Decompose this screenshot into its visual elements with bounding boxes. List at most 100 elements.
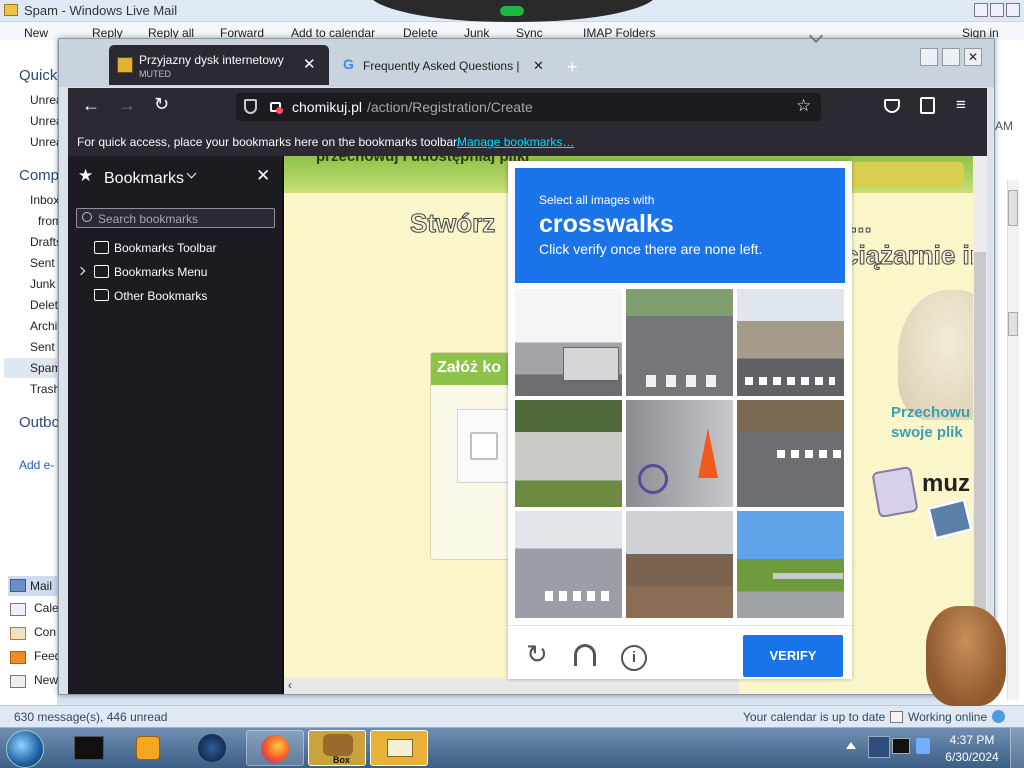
tray-wifi-icon[interactable]: [916, 738, 930, 754]
refresh-icon[interactable]: ↻: [526, 639, 548, 670]
globe-icon: [992, 710, 1005, 723]
app-menu-icon[interactable]: ≡: [956, 95, 966, 115]
bookmarks-menu-folder[interactable]: Bookmarks Menu: [76, 263, 284, 285]
ff-close-button[interactable]: ✕: [964, 48, 982, 66]
side-promo-word: muz: [922, 470, 970, 497]
back-icon[interactable]: ←: [82, 95, 100, 116]
close-sidebar-icon[interactable]: ✕: [256, 166, 270, 186]
folder-item[interactable]: Archi: [30, 319, 57, 333]
nav-label: Cale: [34, 601, 59, 615]
verify-button[interactable]: VERIFY: [743, 635, 843, 677]
contacts-icon: [10, 627, 26, 640]
tray-network-icon[interactable]: [868, 736, 890, 758]
outbox-header[interactable]: Outbo: [19, 414, 60, 431]
time-fragment: AM: [995, 119, 1013, 133]
taskbar-globe-app[interactable]: [184, 730, 242, 766]
desktop-hamster-gadget[interactable]: [926, 606, 1006, 706]
mail-folder-pane: Quick Unrea Unrea Unrea Comp Inbox from …: [0, 40, 63, 705]
clock[interactable]: 4:37 PM 6/30/2024: [938, 732, 1006, 766]
feeds-icon: [10, 651, 26, 664]
mail-maximize-button[interactable]: [990, 3, 1004, 17]
url-bar[interactable]: chomikuj.pl /action/Registration/Create …: [236, 93, 821, 121]
folder-item[interactable]: Sent: [30, 340, 55, 354]
bike-wheel: [638, 464, 668, 494]
new-tab-button[interactable]: +: [567, 57, 578, 78]
tab-faq[interactable]: G Frequently Asked Questions | ( ✕: [333, 45, 553, 85]
folder-item[interactable]: Inbox: [30, 193, 59, 207]
close-tab-icon[interactable]: ✕: [303, 55, 316, 73]
add-email-account-link[interactable]: Add e-: [19, 458, 54, 472]
mail-app-icon: [4, 4, 18, 16]
folder-item[interactable]: Junk: [30, 277, 55, 291]
page-heading-right: ciążarnie in: [844, 240, 987, 271]
other-bookmarks-folder[interactable]: Other Bookmarks: [94, 287, 284, 309]
ff-maximize-button[interactable]: [942, 48, 960, 66]
expand-chevron-icon[interactable]: [76, 266, 86, 276]
captcha-tile-hill-road[interactable]: [515, 511, 622, 618]
sidebar-title[interactable]: Bookmarks: [104, 170, 184, 188]
tray-monitor-icon[interactable]: [892, 738, 910, 754]
taskbar-firefox[interactable]: [246, 730, 304, 766]
bridge-shape: [773, 573, 843, 579]
page-scroll-thumb[interactable]: [974, 252, 986, 612]
firefox-icon: [261, 735, 289, 763]
taskbar-media-player[interactable]: [120, 730, 178, 766]
media-player-icon: [136, 736, 160, 760]
bookmarks-toolbar-folder[interactable]: Bookmarks Toolbar: [94, 239, 284, 261]
page-scroll-bottom[interactable]: [284, 678, 739, 694]
chomikuj-favicon: [117, 57, 133, 73]
scroll-left-icon[interactable]: ‹: [288, 678, 292, 692]
google-favicon: G: [343, 56, 354, 72]
folder-item[interactable]: Sent: [30, 256, 55, 270]
extensions-icon[interactable]: [920, 97, 935, 114]
bookmark-star-icon[interactable]: ☆: [796, 96, 811, 116]
close-tab-icon[interactable]: ✕: [533, 58, 544, 74]
captcha-tile-building[interactable]: [626, 511, 733, 618]
bookmark-item-label: Other Bookmarks: [114, 289, 208, 303]
taskbar-app-terminal[interactable]: [60, 730, 118, 766]
folder-item[interactable]: Delet: [30, 298, 58, 312]
mail-minimize-button[interactable]: [974, 3, 988, 17]
taskbar-box-app[interactable]: Box: [308, 730, 366, 766]
new-button[interactable]: New: [24, 26, 48, 40]
account-header: Comp: [19, 167, 60, 184]
captcha-instruction: Click verify once there are none left.: [539, 241, 763, 257]
shield-icon[interactable]: [244, 99, 257, 114]
tab-muted-label: MUTED: [139, 69, 171, 79]
captcha-checkbox[interactable]: [470, 432, 498, 460]
globe-app-icon: [198, 734, 226, 762]
manage-bookmarks-link[interactable]: Manage bookmarks…: [457, 135, 574, 149]
reload-icon[interactable]: ↻: [154, 94, 169, 115]
nav-label: Mail: [30, 579, 53, 593]
folder-item-selected[interactable]: Spam: [4, 358, 61, 378]
captcha-tile-highway[interactable]: [737, 511, 844, 618]
folder-item[interactable]: Trash: [30, 382, 60, 396]
captcha-tile-street-crosswalk[interactable]: [737, 400, 844, 507]
audio-challenge-icon[interactable]: [574, 644, 596, 666]
tab-chomikuj[interactable]: Przyjazny dysk internetowy - C MUTED ✕: [109, 45, 329, 85]
online-status: Working online: [908, 710, 988, 724]
mail-scrollbar[interactable]: [1007, 180, 1019, 700]
ff-minimize-button[interactable]: [920, 48, 938, 66]
tray-expand-icon[interactable]: [846, 742, 856, 749]
show-desktop-button[interactable]: [1010, 728, 1024, 768]
mail-scroll-thumb-2[interactable]: [1008, 312, 1018, 336]
captcha-tile-intersection[interactable]: [737, 289, 844, 396]
tab-strip: Przyjazny dysk internetowy - C MUTED ✕ G…: [59, 28, 994, 87]
info-icon[interactable]: i: [621, 645, 647, 671]
taskbar-mail[interactable]: [370, 730, 428, 766]
tab-title: Przyjazny dysk internetowy - C: [139, 53, 287, 67]
mail-close-button[interactable]: [1006, 3, 1020, 17]
black-box-icon: [74, 736, 104, 760]
start-button[interactable]: [6, 730, 44, 768]
captcha-tile-road-lanes[interactable]: [626, 289, 733, 396]
pocket-icon[interactable]: [884, 99, 900, 113]
captcha-tile-bicycle[interactable]: [626, 400, 733, 507]
forward-icon[interactable]: →: [118, 95, 136, 116]
captcha-tile-wall[interactable]: [515, 400, 622, 507]
captcha-tile-truck[interactable]: [515, 289, 622, 396]
captcha-target: crosswalks: [539, 210, 674, 238]
bookmarks-search-input[interactable]: Search bookmarks: [76, 208, 275, 228]
sidebar-switcher-chevron-icon[interactable]: [186, 168, 197, 179]
mail-scroll-thumb[interactable]: [1008, 190, 1018, 226]
